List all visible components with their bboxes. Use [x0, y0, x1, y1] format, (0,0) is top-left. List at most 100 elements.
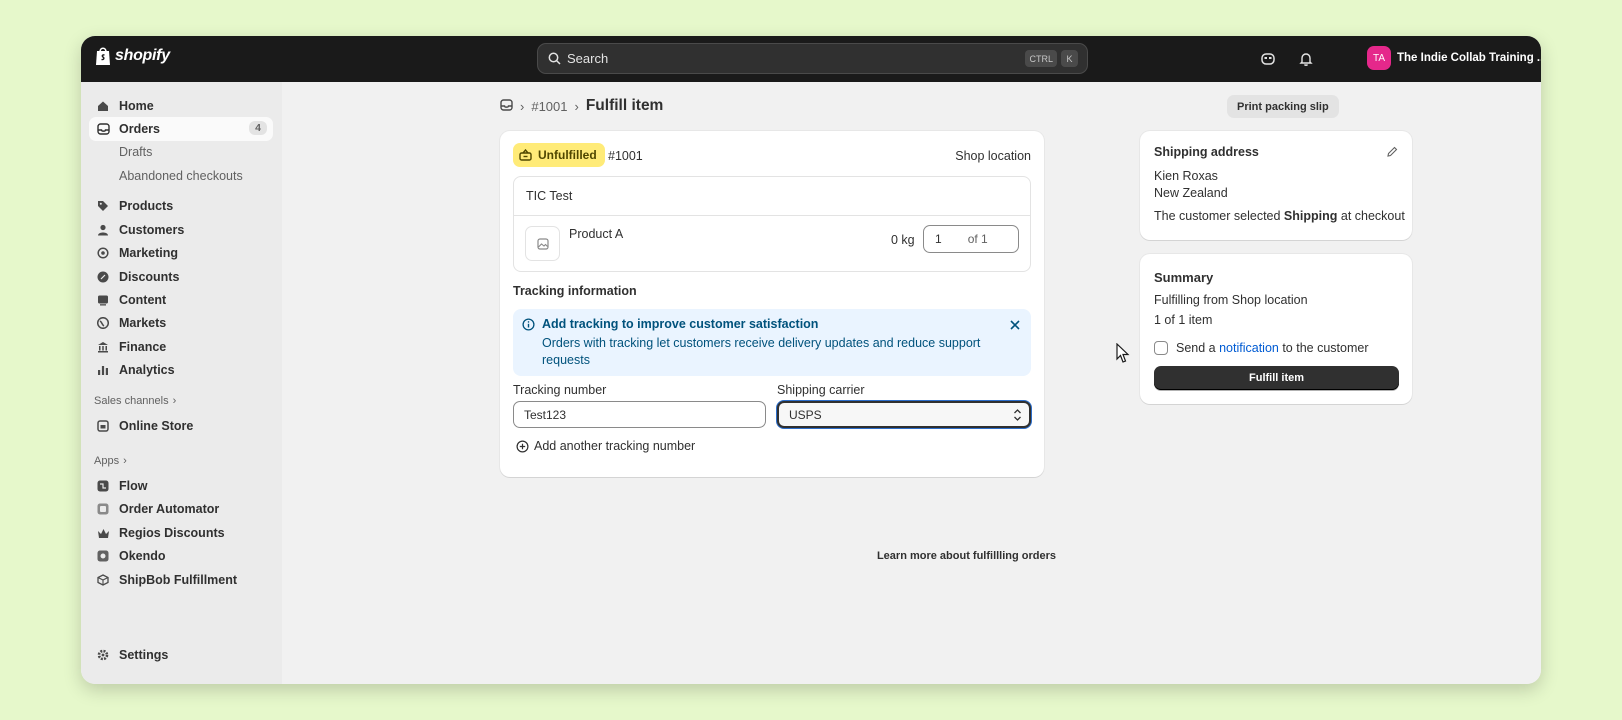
sidebar-item-finance[interactable]: Finance	[89, 335, 273, 359]
kbd-k: K	[1061, 50, 1078, 67]
sidebar-item-drafts[interactable]: Drafts	[89, 140, 273, 164]
chevron-right-icon: ›	[574, 98, 579, 114]
sidebar-item-label: Content	[119, 293, 167, 307]
search-placeholder: Search	[567, 51, 609, 66]
sidebar-item-orders[interactable]: Orders 4	[89, 117, 273, 141]
sidebar-item-label: Marketing	[119, 246, 179, 260]
divider	[514, 215, 1030, 216]
bell-icon[interactable]	[1295, 48, 1317, 70]
apps-label: Apps	[94, 455, 120, 467]
sidebar-item-online-store[interactable]: Online Store	[89, 414, 273, 438]
sidebar-item-regios-discounts[interactable]: Regios Discounts	[89, 521, 273, 545]
product-thumbnail	[525, 226, 560, 261]
customer-country: New Zealand	[1154, 186, 1228, 200]
shipping-address-title: Shipping address	[1154, 145, 1259, 159]
sidebar-item-order-automator[interactable]: Order Automator	[89, 497, 273, 521]
sidebar-item-label: Flow	[119, 479, 148, 493]
fulfill-item-button[interactable]: Fulfill item	[1154, 366, 1399, 390]
tracking-number-input[interactable]: Test123	[513, 401, 766, 428]
storefront-icon	[96, 419, 110, 433]
shipping-carrier-label: Shipping carrier	[777, 383, 865, 397]
sidebar-item-settings[interactable]: Settings	[89, 643, 273, 667]
home-icon	[96, 99, 110, 113]
close-icon[interactable]	[1007, 317, 1023, 333]
status-label: Unfulfilled	[538, 148, 597, 162]
sidebar-item-marketing[interactable]: Marketing	[89, 241, 273, 265]
page-title: Fulfill item	[585, 97, 664, 114]
tracking-number-value: Test123	[524, 407, 567, 422]
breadcrumb-order-link[interactable]: #1001	[531, 99, 567, 114]
notify-customer-checkbox[interactable]	[1154, 341, 1168, 355]
main-content: › #1001 › Fulfill item Print packing sli…	[282, 82, 1541, 684]
sidebar-item-customers[interactable]: Customers	[89, 218, 273, 242]
sidebar-item-label: Online Store	[119, 419, 194, 433]
shipping-carrier-select[interactable]: USPS	[777, 401, 1031, 428]
fulfillment-group-title: TIC Test	[526, 189, 573, 203]
print-packing-slip-button[interactable]: Print packing slip	[1227, 95, 1339, 118]
orders-inbox-icon[interactable]	[500, 98, 513, 114]
plus-circle-icon	[516, 439, 529, 453]
sidebar-item-discounts[interactable]: Discounts	[89, 265, 273, 289]
sidebar-item-label: Markets	[119, 316, 167, 330]
tracking-info-banner: Add tracking to improve customer satisfa…	[513, 309, 1031, 376]
shipbob-box-icon	[96, 573, 110, 587]
shipping-address-card: Shipping address Kien Roxas New Zealand …	[1140, 131, 1412, 240]
info-icon	[522, 318, 535, 336]
sales-channels-heading[interactable]: Sales channels ›	[94, 395, 176, 407]
top-bar: shopify Search CTRL K TA The Indie Colla…	[81, 36, 1541, 82]
sidebar-item-analytics[interactable]: Analytics	[89, 358, 273, 382]
kbd-ctrl: CTRL	[1025, 50, 1057, 67]
quantity-stepper[interactable]: 1 of 1	[923, 225, 1019, 253]
product-name[interactable]: Product A	[569, 227, 623, 241]
tag-icon	[96, 199, 110, 213]
sidekick-icon[interactable]	[1257, 48, 1279, 70]
note-method: Shipping	[1283, 209, 1338, 223]
discount-icon	[96, 270, 110, 284]
apps-heading[interactable]: Apps ›	[94, 455, 127, 467]
sidebar-item-content[interactable]: Content	[89, 288, 273, 312]
note-suffix: at checkout	[1337, 209, 1405, 223]
search-bar[interactable]: Search CTRL K	[537, 43, 1088, 74]
sidebar-item-label: Analytics	[119, 363, 175, 377]
target-icon	[96, 246, 110, 260]
sidebar-item-shipbob-fulfillment[interactable]: ShipBob Fulfillment	[89, 568, 273, 592]
sidebar-item-home[interactable]: Home	[89, 94, 273, 118]
product-weight: 0 kg	[891, 233, 915, 247]
quantity-value: 1	[935, 232, 942, 246]
sidebar-item-okendo[interactable]: Okendo	[89, 544, 273, 568]
chevron-right-icon: ›	[172, 395, 177, 407]
search-shortcut: CTRL K	[1025, 50, 1078, 67]
pencil-icon[interactable]	[1386, 145, 1398, 163]
sidebar-item-label: Orders	[119, 122, 160, 136]
notify-prefix: Send a	[1176, 341, 1220, 355]
shopify-logo[interactable]: shopify	[94, 46, 170, 66]
banner-text: Orders with tracking let customers recei…	[542, 336, 981, 367]
image-placeholder-icon	[536, 237, 549, 250]
add-tracking-number-button[interactable]: Add another tracking number	[516, 439, 695, 453]
learn-more-link[interactable]: Learn more about fulfillling orders	[282, 550, 1541, 562]
shipping-method-note: The customer selected Shipping at checko…	[1154, 209, 1405, 223]
order-automator-icon	[96, 502, 110, 516]
sidebar-item-markets[interactable]: Markets	[89, 311, 273, 335]
store-menu[interactable]: TA The Indie Collab Training ...	[1367, 46, 1541, 70]
fulfillment-location[interactable]: Shop location	[955, 149, 1031, 163]
bank-icon	[96, 340, 110, 354]
order-number: #1001	[608, 149, 643, 163]
inbox-icon	[96, 122, 110, 136]
note-prefix: The customer selected	[1154, 209, 1284, 223]
sidebar-item-products[interactable]: Products	[89, 194, 273, 218]
summary-title: Summary	[1154, 270, 1214, 285]
notification-link[interactable]: notification	[1219, 341, 1279, 355]
content-icon	[96, 293, 110, 307]
sidebar-item-flow[interactable]: Flow	[89, 474, 273, 498]
sidebar-item-label: Customers	[119, 223, 185, 237]
sidebar-item-label: ShipBob Fulfillment	[119, 573, 238, 587]
sidebar-item-abandoned-checkouts[interactable]: Abandoned checkouts	[89, 164, 273, 188]
crown-icon	[96, 526, 110, 540]
customer-name: Kien Roxas	[1154, 169, 1218, 183]
sales-channels-label: Sales channels	[94, 395, 169, 407]
chevron-right-icon: ›	[123, 455, 127, 467]
chevron-right-icon: ›	[520, 98, 525, 114]
sidebar-item-label: Settings	[119, 648, 169, 662]
notify-customer-label: Send a notification to the customer	[1176, 341, 1368, 355]
